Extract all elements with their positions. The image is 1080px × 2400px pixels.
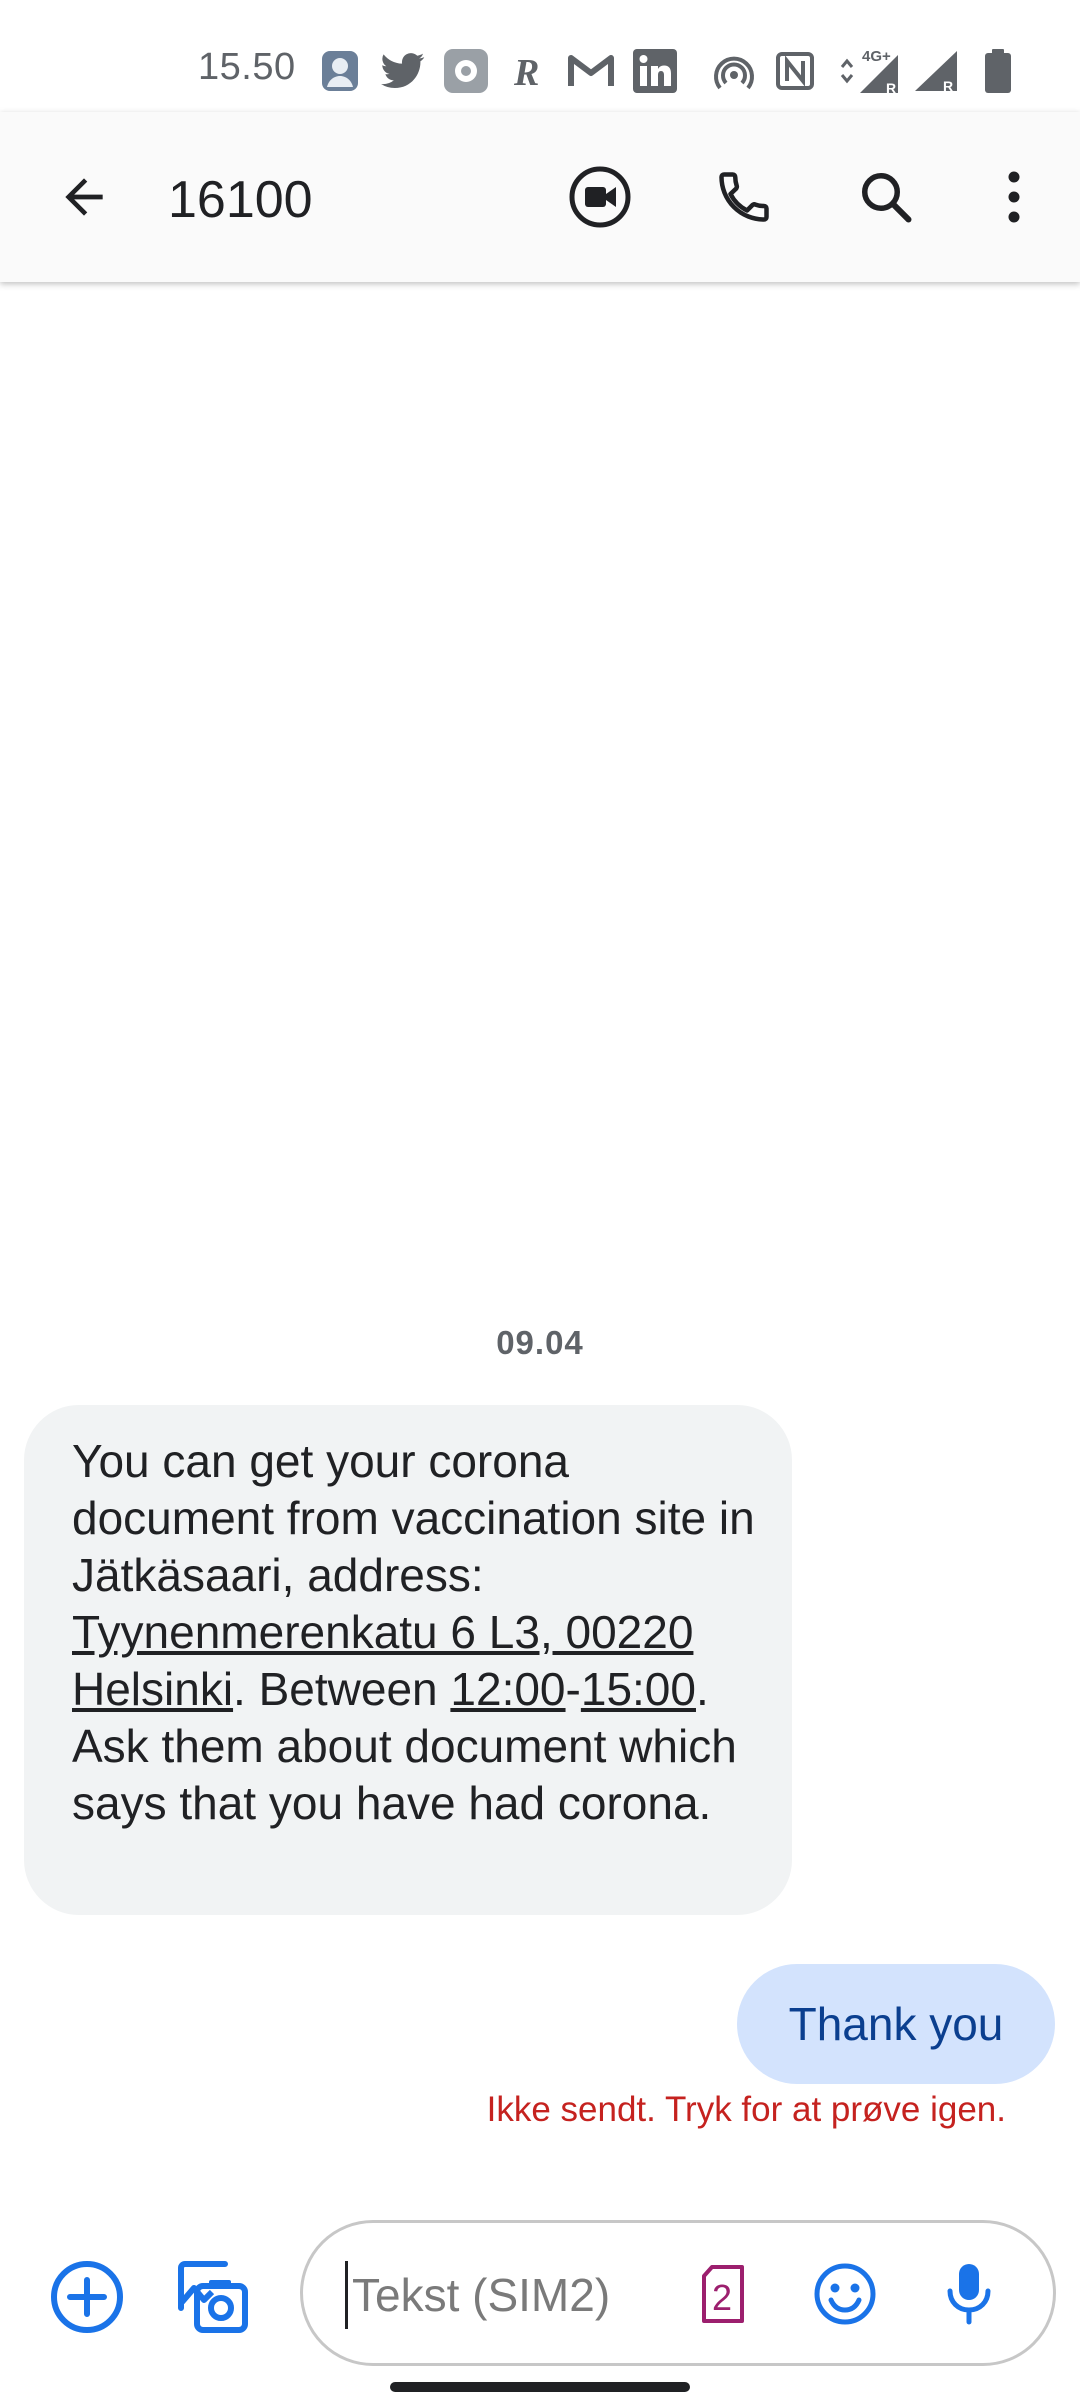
emoji-icon[interactable] <box>807 2256 883 2332</box>
svg-text:4G+: 4G+ <box>862 48 891 65</box>
r-app-icon: R <box>508 48 548 94</box>
status-bar: 15.50 R 4G+ R R <box>0 0 1080 120</box>
message-text: - <box>565 1663 581 1715</box>
4g-signal-icon: 4G+ R <box>838 48 904 95</box>
more-vert-icon[interactable] <box>974 157 1054 237</box>
time-link-start[interactable]: 12:00 <box>450 1663 565 1715</box>
svg-text:R: R <box>886 80 896 95</box>
send-failed-status[interactable]: Ikke sendt. Tryk for at prøve igen. <box>487 2090 1006 2130</box>
search-icon[interactable] <box>846 157 926 237</box>
app-bar: 16100 <box>0 112 1080 282</box>
phone-icon[interactable] <box>704 157 784 237</box>
twitter-icon <box>380 48 426 94</box>
outgoing-message-text: Thank you <box>788 1998 1004 2050</box>
gmail-icon <box>566 48 616 94</box>
message-text: You can get your corona document from va… <box>72 1435 755 1601</box>
compose-box: 2 <box>300 2220 1056 2366</box>
incoming-message-bubble[interactable]: You can get your corona document from va… <box>24 1405 792 1915</box>
date-separator: 09.04 <box>496 1324 584 1361</box>
conversation-title: 16100 <box>168 171 313 229</box>
sim-card-icon[interactable]: 2 <box>685 2256 761 2332</box>
settings-app-icon <box>442 48 490 94</box>
time-link-end[interactable]: 15:00 <box>581 1663 696 1715</box>
linkedin-icon <box>632 48 678 94</box>
signal-icon: R <box>912 48 962 94</box>
battery-icon <box>980 48 1016 94</box>
nfc-icon <box>772 48 818 94</box>
gallery-icon[interactable] <box>170 2255 254 2339</box>
svg-text:R: R <box>943 78 953 93</box>
message-text: . Between <box>233 1663 451 1715</box>
outgoing-message-bubble[interactable]: Thank you <box>737 1964 1055 2084</box>
hotspot-icon <box>710 48 758 94</box>
add-circle-icon[interactable] <box>45 2255 129 2339</box>
message-input[interactable] <box>345 2261 654 2329</box>
microphone-icon[interactable] <box>931 2256 1007 2332</box>
status-time: 15.50 <box>198 46 296 88</box>
video-call-icon[interactable] <box>560 157 640 237</box>
svg-text:2: 2 <box>712 2277 732 2318</box>
account-icon <box>318 48 362 94</box>
navigation-handle[interactable] <box>390 2382 690 2392</box>
svg-text:R: R <box>513 52 539 91</box>
back-arrow-icon[interactable] <box>44 157 124 237</box>
